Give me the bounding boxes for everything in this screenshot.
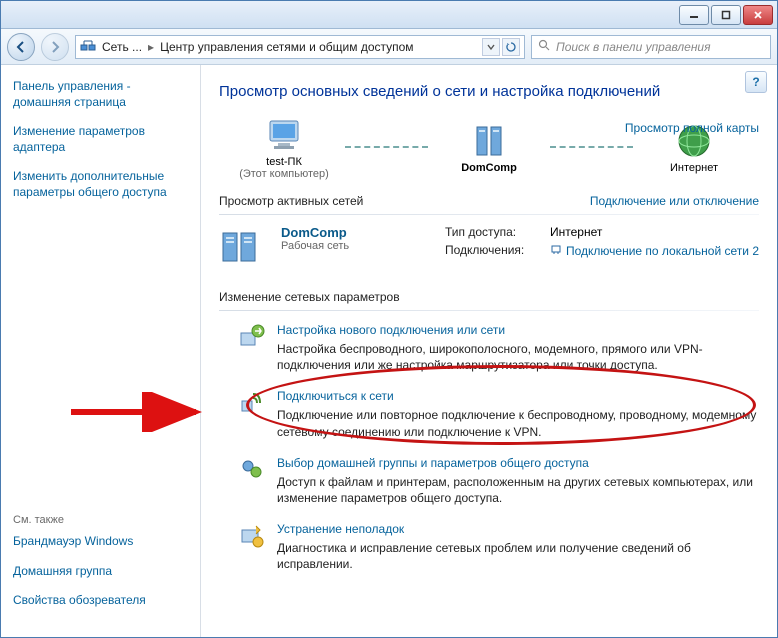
search-placeholder: Поиск в панели управления [556, 40, 711, 54]
refresh-button[interactable] [502, 38, 520, 56]
connection-line [550, 146, 633, 148]
network-icon [80, 37, 96, 56]
close-button[interactable] [743, 5, 773, 25]
divider [219, 310, 759, 311]
task-troubleshoot[interactable]: Устранение неполадок Диагностика и исправ… [219, 522, 759, 572]
node-network[interactable]: DomComp [434, 120, 544, 174]
troubleshoot-icon [237, 522, 267, 572]
tasks-list: Настройка нового подключения или сети Нас… [219, 323, 759, 573]
content-area: Панель управления - домашняя страница Из… [1, 65, 777, 637]
node-sublabel: (Этот компьютер) [239, 168, 329, 180]
view-full-map-link[interactable]: Просмотр полной карты [625, 121, 759, 135]
task-link[interactable]: Устранение неполадок [277, 522, 759, 536]
sidebar-ie-link[interactable]: Свойства обозревателя [13, 593, 188, 609]
server-icon [468, 120, 510, 162]
maximize-button[interactable] [711, 5, 741, 25]
sidebar-adapter-link[interactable]: Изменение параметров адаптера [13, 124, 188, 155]
minimize-button[interactable] [679, 5, 709, 25]
change-settings-header: Изменение сетевых параметров [219, 290, 759, 304]
connection-link[interactable]: Подключение по локальной сети 2 [550, 243, 759, 258]
node-label: DomComp [461, 162, 517, 174]
network-name[interactable]: DomComp [281, 225, 431, 240]
sidebar: Панель управления - домашняя страница Из… [1, 65, 201, 637]
homegroup-icon [237, 456, 267, 506]
page-title: Просмотр основных сведений о сети и наст… [219, 83, 759, 100]
wizard-icon [237, 323, 267, 373]
address-dropdown-button[interactable] [482, 38, 500, 56]
window-frame: Сеть ... ▸ Центр управления сетями и общ… [0, 0, 778, 638]
breadcrumb-item[interactable]: Сеть ... [102, 40, 142, 54]
task-link[interactable]: Настройка нового подключения или сети [277, 323, 759, 337]
task-description: Настройка беспроводного, широкополосного… [277, 341, 759, 373]
sidebar-home-link[interactable]: Панель управления - домашняя страница [13, 79, 188, 110]
task-connect-network[interactable]: Подключиться к сети Подключение или повто… [219, 389, 759, 439]
search-input[interactable]: Поиск в панели управления [531, 35, 771, 59]
task-description: Доступ к файлам и принтерам, расположенн… [277, 474, 759, 506]
access-type-value: Интернет [550, 225, 602, 239]
connect-icon [237, 389, 267, 439]
chevron-right-icon: ▸ [148, 40, 154, 54]
task-link[interactable]: Выбор домашней группы и параметров общег… [277, 456, 759, 470]
network-thumb-icon [219, 225, 267, 272]
section-title: Изменение сетевых параметров [219, 290, 400, 304]
connection-line [345, 146, 428, 148]
task-setup-connection[interactable]: Настройка нового подключения или сети Нас… [219, 323, 759, 373]
help-button[interactable]: ? [745, 71, 767, 93]
back-button[interactable] [7, 33, 35, 61]
navbar: Сеть ... ▸ Центр управления сетями и общ… [1, 29, 777, 65]
divider [219, 214, 759, 215]
address-bar[interactable]: Сеть ... ▸ Центр управления сетями и общ… [75, 35, 525, 59]
connect-disconnect-link[interactable]: Подключение или отключение [590, 194, 759, 208]
task-description: Диагностика и исправление сетевых пробле… [277, 540, 759, 572]
connection-link-text: Подключение по локальной сети 2 [566, 244, 759, 258]
task-description: Подключение или повторное подключение к … [277, 407, 759, 439]
active-network-block: DomComp Рабочая сеть Тип доступа: Интерне… [219, 225, 759, 272]
connections-label: Подключения: [445, 243, 540, 258]
titlebar [1, 1, 777, 29]
computer-icon [263, 114, 305, 156]
section-title: Просмотр активных сетей [219, 194, 363, 208]
network-kind[interactable]: Рабочая сеть [281, 240, 431, 252]
task-link[interactable]: Подключиться к сети [277, 389, 759, 403]
search-icon [538, 39, 550, 54]
sidebar-homegroup-link[interactable]: Домашняя группа [13, 564, 188, 580]
ethernet-icon [550, 243, 562, 258]
see-also-header: См. также [13, 514, 188, 526]
node-label: Интернет [670, 162, 718, 174]
active-networks-header: Просмотр активных сетей Подключение или … [219, 194, 759, 208]
network-meta: DomComp Рабочая сеть [281, 225, 431, 272]
access-type-label: Тип доступа: [445, 225, 540, 239]
breadcrumb-item[interactable]: Центр управления сетями и общим доступом [160, 40, 414, 54]
forward-button[interactable] [41, 33, 69, 61]
sidebar-sharing-link[interactable]: Изменить дополнительные параметры общего… [13, 169, 188, 200]
node-label: test-ПК [266, 156, 302, 168]
sidebar-firewall-link[interactable]: Брандмауэр Windows [13, 534, 188, 550]
task-homegroup[interactable]: Выбор домашней группы и параметров общег… [219, 456, 759, 506]
network-properties: Тип доступа: Интернет Подключения: Подключ… [445, 225, 759, 272]
node-this-pc[interactable]: test-ПК (Этот компьютер) [229, 114, 339, 180]
main-panel: ? Просмотр основных сведений о сети и на… [201, 65, 777, 637]
